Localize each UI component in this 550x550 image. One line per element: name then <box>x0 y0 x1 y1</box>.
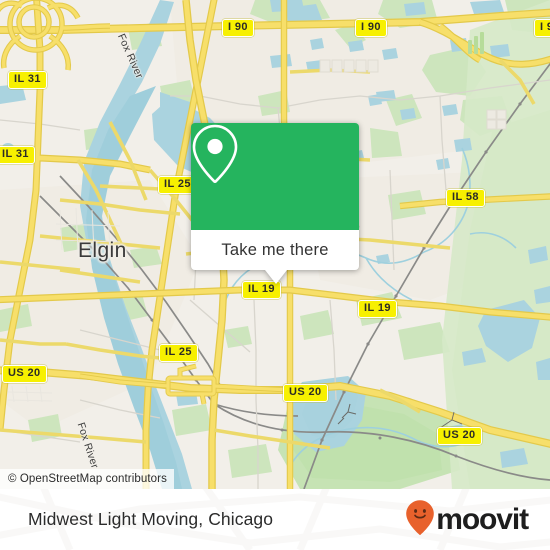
moovit-wordmark: moovit <box>436 502 529 536</box>
highway-shield: IL 31 <box>0 146 35 164</box>
highway-shield: IL 25 <box>159 344 198 362</box>
osm-attribution[interactable]: © OpenStreetMap contributors <box>0 469 174 489</box>
place-label-elgin: Elgin <box>78 239 127 262</box>
highway-shield: I 90 <box>222 19 254 37</box>
highway-shield: I 90 <box>355 19 387 37</box>
moovit-smiley-pin-icon <box>405 499 435 540</box>
moovit-map-screenshot: I 90 I 90 I 9 IL 31 IL 31 IL 25 IL 58 IL… <box>0 0 550 550</box>
highway-shield: IL 58 <box>446 189 485 207</box>
take-me-there-button[interactable]: Take me there <box>191 230 359 270</box>
highway-shield: I 9 <box>534 19 550 37</box>
take-me-there-label: Take me there <box>221 240 329 259</box>
take-me-there-popup[interactable]: Take me there <box>191 123 359 284</box>
map-canvas[interactable]: I 90 I 90 I 9 IL 31 IL 31 IL 25 IL 58 IL… <box>0 0 550 489</box>
place-title: Midwest Light Moving, Chicago <box>28 509 274 529</box>
highway-shield: US 20 <box>283 384 328 402</box>
popup-tail <box>265 270 287 284</box>
footer-bar: Midwest Light Moving, Chicago moovit <box>0 489 550 550</box>
popup-icon-panel <box>191 123 359 230</box>
highway-shield: IL 19 <box>358 300 397 318</box>
highway-shield: US 20 <box>437 427 482 445</box>
moovit-logo[interactable]: moovit <box>405 499 529 540</box>
highway-shield: US 20 <box>2 365 47 383</box>
attribution-text: © OpenStreetMap contributors <box>8 473 167 485</box>
highway-shield: IL 31 <box>8 71 47 89</box>
